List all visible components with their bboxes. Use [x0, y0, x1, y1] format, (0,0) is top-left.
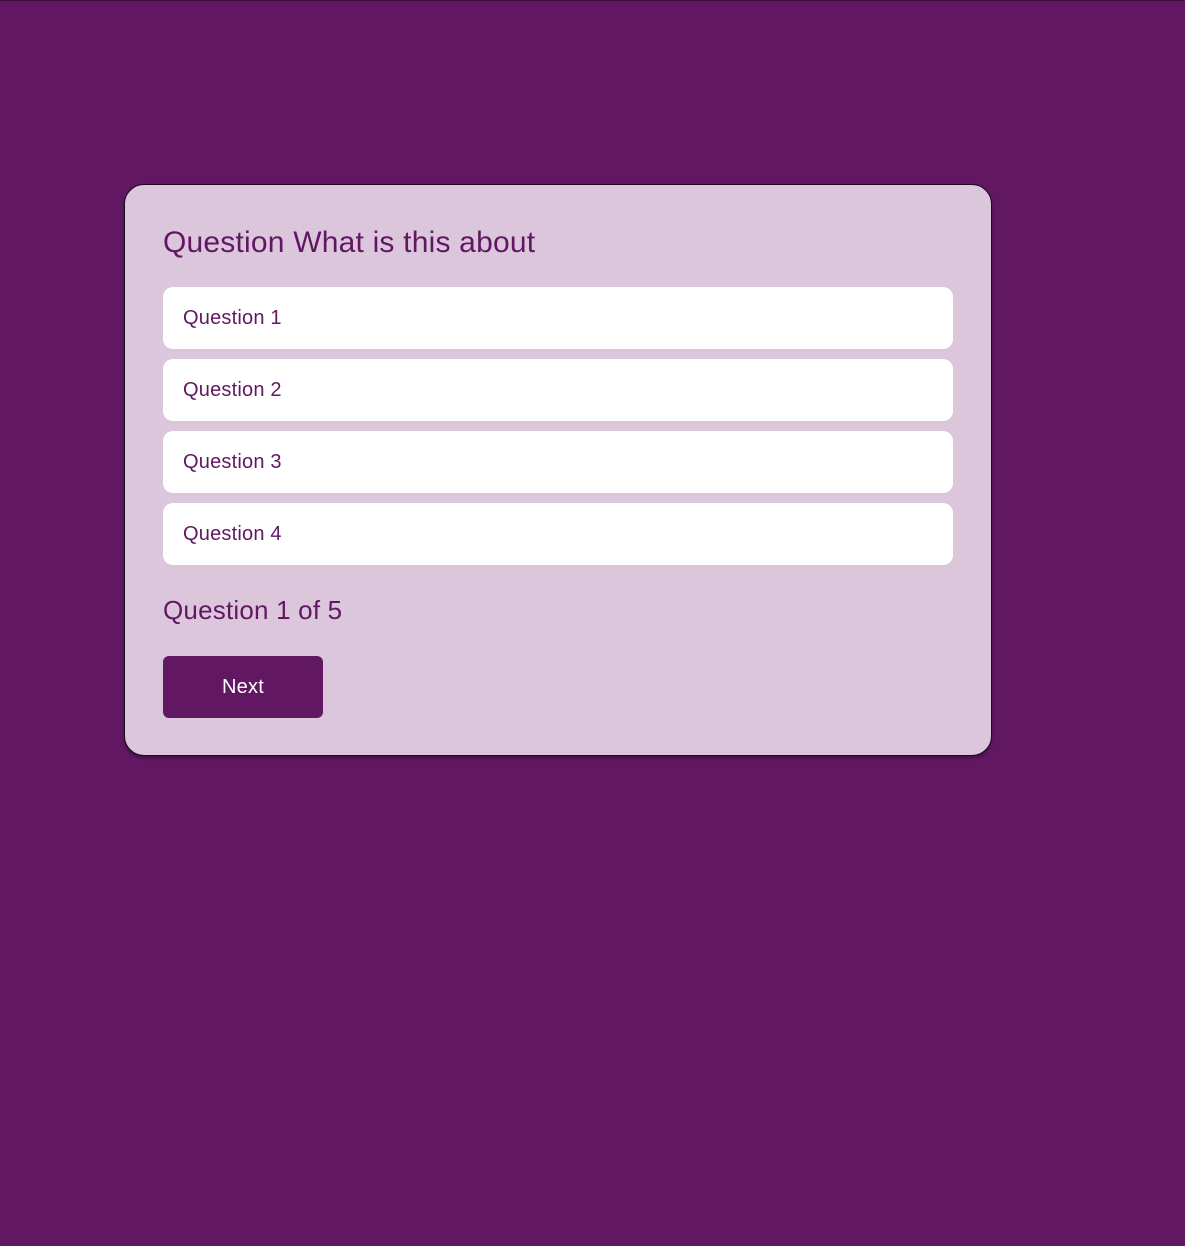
question-title: Question What is this about — [163, 226, 536, 259]
next-button[interactable]: Next — [163, 656, 323, 718]
answer-option-1[interactable]: Question 1 — [163, 287, 953, 349]
answer-list: Question 1 Question 2 Question 3 Questio… — [163, 287, 953, 565]
answer-option-4[interactable]: Question 4 — [163, 503, 953, 565]
answer-option-2[interactable]: Question 2 — [163, 359, 953, 421]
quiz-card: Question What is this about Question 1 Q… — [124, 184, 992, 756]
answer-option-3[interactable]: Question 3 — [163, 431, 953, 493]
question-progress: Question 1 of 5 — [163, 595, 343, 625]
